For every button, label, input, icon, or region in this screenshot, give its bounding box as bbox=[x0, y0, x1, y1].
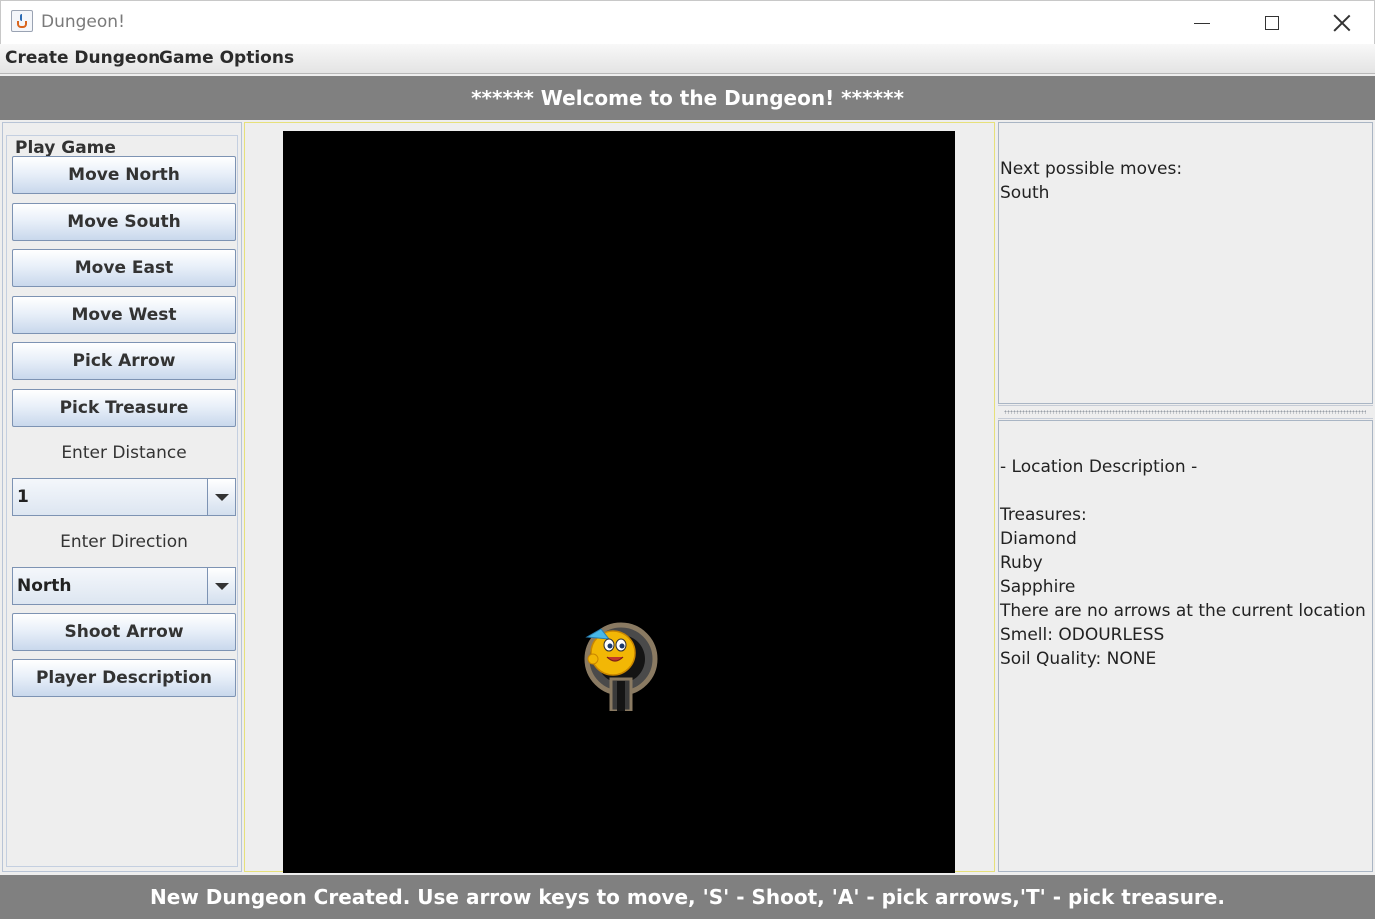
arrows-status: There are no arrows at the current locat… bbox=[1000, 601, 1366, 621]
play-game-group: Play Game Move North Move South Move Eas… bbox=[6, 135, 238, 867]
next-moves-panel: Next possible moves: South bbox=[998, 122, 1373, 404]
close-icon bbox=[1333, 14, 1351, 32]
move-north-button[interactable]: Move North bbox=[12, 156, 236, 194]
minimize-icon bbox=[1194, 22, 1210, 24]
title-bar: Dungeon! bbox=[0, 0, 1375, 44]
location-description-panel: - Location Description - Treasures: Diam… bbox=[998, 420, 1373, 872]
player-description-button[interactable]: Player Description bbox=[12, 659, 236, 697]
menu-bar: Create Dungeon Game Options bbox=[0, 44, 1375, 74]
enter-direction-label: Enter Direction bbox=[60, 532, 188, 552]
move-south-button[interactable]: Move South bbox=[12, 203, 236, 241]
control-panel: Play Game Move North Move South Move Eas… bbox=[2, 122, 242, 872]
move-east-button[interactable]: Move East bbox=[12, 249, 236, 287]
next-moves-heading: Next possible moves: bbox=[1000, 159, 1183, 179]
direction-value: North bbox=[17, 576, 72, 596]
treasures-label: Treasures: bbox=[1000, 505, 1087, 525]
direction-select[interactable]: North bbox=[12, 567, 236, 605]
pick-treasure-button[interactable]: Pick Treasure bbox=[12, 389, 236, 427]
chevron-down-icon bbox=[214, 493, 229, 501]
status-bar: New Dungeon Created. Use arrow keys to m… bbox=[0, 875, 1375, 919]
smell-status: Smell: ODOURLESS bbox=[1000, 625, 1165, 645]
dungeon-map[interactable] bbox=[283, 131, 955, 873]
menu-game-options[interactable]: Game Options bbox=[159, 48, 294, 68]
split-pane-divider[interactable] bbox=[998, 405, 1373, 419]
treasure-item: Sapphire bbox=[1000, 577, 1076, 597]
play-game-title: Play Game bbox=[12, 138, 119, 158]
treasure-item: Diamond bbox=[1000, 529, 1077, 549]
soil-status: Soil Quality: NONE bbox=[1000, 649, 1157, 669]
maximize-icon bbox=[1265, 16, 1279, 30]
grip-dots-icon bbox=[1004, 410, 1366, 414]
chevron-down-icon bbox=[214, 582, 229, 590]
enter-distance-label: Enter Distance bbox=[61, 443, 187, 463]
shoot-arrow-button[interactable]: Shoot Arrow bbox=[12, 613, 236, 651]
player-avatar bbox=[585, 628, 636, 676]
direction-dropdown-button[interactable] bbox=[207, 568, 235, 604]
distance-select[interactable]: 1 bbox=[12, 478, 236, 516]
next-move-item: South bbox=[1000, 183, 1050, 203]
treasure-item: Ruby bbox=[1000, 553, 1043, 573]
minimize-button[interactable] bbox=[1167, 1, 1237, 45]
move-west-button[interactable]: Move West bbox=[12, 296, 236, 334]
window-title: Dungeon! bbox=[41, 12, 125, 32]
dungeon-window: Dungeon! Create Dungeon Game Options ***… bbox=[0, 0, 1375, 919]
dungeon-view-panel bbox=[244, 122, 995, 873]
menu-create-dungeon[interactable]: Create Dungeon bbox=[5, 48, 160, 68]
maximize-button[interactable] bbox=[1237, 1, 1307, 45]
current-room-tile bbox=[579, 619, 661, 713]
distance-dropdown-button[interactable] bbox=[207, 479, 235, 515]
java-app-icon bbox=[11, 10, 33, 32]
welcome-banner: ****** Welcome to the Dungeon! ****** bbox=[0, 76, 1375, 120]
distance-value: 1 bbox=[17, 487, 29, 507]
close-button[interactable] bbox=[1307, 1, 1375, 45]
location-heading: - Location Description - bbox=[1000, 457, 1198, 477]
pick-arrow-button[interactable]: Pick Arrow bbox=[12, 342, 236, 380]
